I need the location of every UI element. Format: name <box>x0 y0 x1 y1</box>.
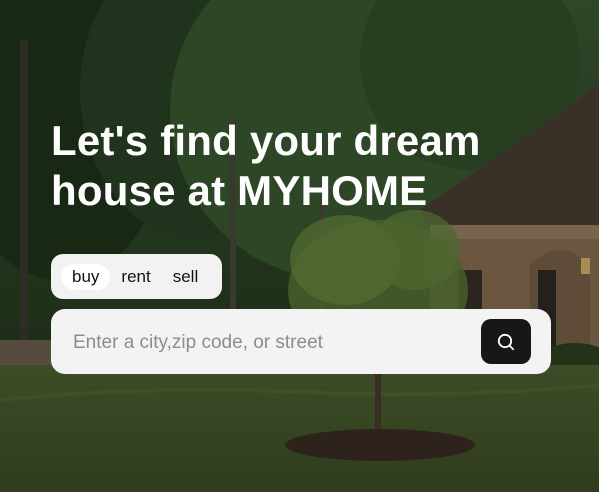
location-search-input[interactable] <box>71 327 465 359</box>
search-bar <box>51 309 551 374</box>
tab-rent[interactable]: rent <box>110 264 161 290</box>
hero-section: Let's find your dream house at MYHOME bu… <box>0 0 599 492</box>
search-button[interactable] <box>481 319 531 364</box>
hero-headline: Let's find your dream house at MYHOME <box>51 116 571 216</box>
headline-line-2: house at MYHOME <box>51 167 428 214</box>
search-icon <box>497 333 515 350</box>
tab-buy[interactable]: buy <box>61 263 111 290</box>
listing-mode-tabs: buy rent sell <box>51 254 222 299</box>
hero-dim-overlay <box>0 0 599 492</box>
headline-line-1: Let's find your dream <box>51 117 481 164</box>
tab-sell[interactable]: sell <box>162 264 210 290</box>
